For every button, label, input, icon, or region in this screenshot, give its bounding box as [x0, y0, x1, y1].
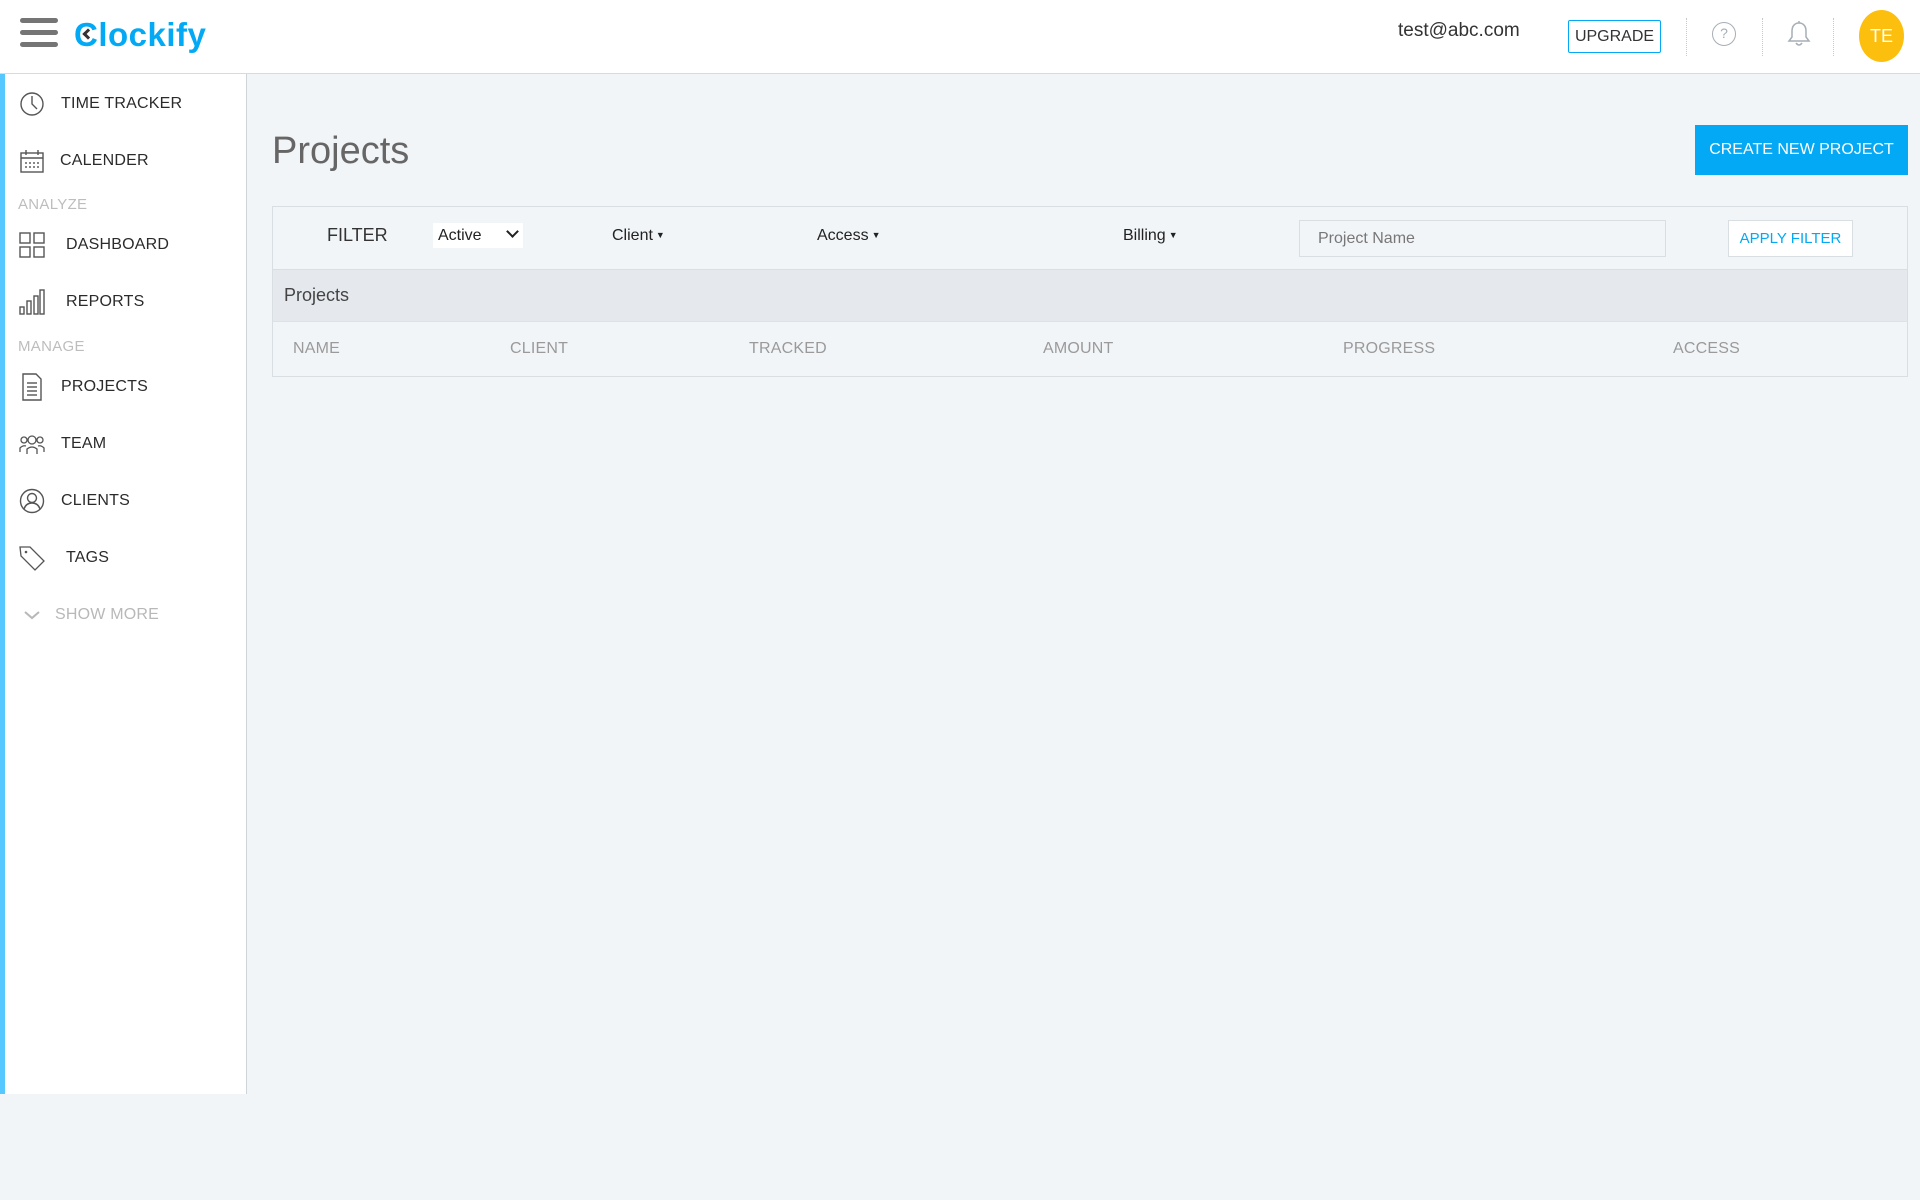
projects-table-header: NAME CLIENT TRACKED AMOUNT PROGRESS ACCE… — [272, 321, 1908, 377]
sidebar-item-dashboard[interactable]: DASHBOARD — [5, 225, 245, 265]
status-filter-select[interactable]: Active — [433, 223, 523, 248]
projects-section-header: Projects — [272, 270, 1908, 321]
sidebar-item-label: TAGS — [66, 549, 110, 566]
sidebar: TIME TRACKER CALENDER ANALYZE DASHBOARD … — [0, 74, 247, 1094]
clock-icon — [18, 90, 46, 118]
caret-down-icon: ▼ — [1168, 230, 1178, 240]
upgrade-button[interactable]: UPGRADE — [1568, 20, 1661, 53]
section-label-manage: MANAGE — [18, 338, 85, 355]
header-divider — [1833, 18, 1834, 56]
column-header-client[interactable]: CLIENT — [510, 340, 568, 358]
sidebar-item-label: CALENDER — [60, 152, 149, 169]
help-icon[interactable]: ? — [1712, 22, 1736, 46]
column-header-access[interactable]: ACCESS — [1673, 340, 1740, 358]
document-icon — [18, 373, 46, 401]
projects-section-title: Projects — [284, 285, 350, 305]
billing-filter-dropdown[interactable]: Billing ▼ — [1123, 227, 1178, 245]
sidebar-item-reports[interactable]: REPORTS — [5, 282, 245, 322]
column-header-tracked[interactable]: TRACKED — [749, 340, 827, 358]
billing-filter-label: Billing — [1123, 227, 1166, 244]
filter-bar: FILTER Active Client▼ Access▼ Billing▼ A… — [272, 206, 1908, 270]
hamburger-menu-icon[interactable] — [20, 18, 58, 50]
sidebar-item-label: TEAM — [61, 435, 107, 452]
sidebar-item-clients[interactable]: CLIENTS — [5, 481, 245, 521]
team-icon — [18, 430, 46, 458]
calendar-icon — [18, 147, 46, 175]
access-filter-dropdown[interactable]: Access ▼ — [817, 227, 881, 245]
top-header: Clockify test@abc.com UPGRADE ? TE — [0, 0, 1920, 74]
sidebar-item-tags[interactable]: TAGS — [5, 538, 245, 578]
sidebar-item-team[interactable]: TEAM — [5, 424, 245, 464]
create-new-project-button[interactable]: CREATE NEW PROJECT — [1695, 125, 1908, 175]
page-title: Projects — [272, 130, 410, 172]
column-header-name[interactable]: NAME — [293, 340, 340, 358]
sidebar-item-label: CLIENTS — [61, 492, 130, 509]
chevron-down-icon — [18, 601, 46, 629]
show-more-toggle[interactable]: SHOW MORE — [5, 595, 245, 635]
access-filter-label: Access — [817, 227, 869, 244]
chevron-down-icon — [506, 225, 519, 238]
avatar[interactable]: TE — [1859, 10, 1904, 62]
column-header-progress[interactable]: PROGRESS — [1343, 340, 1435, 358]
status-selected-value: Active — [438, 226, 482, 244]
dashboard-grid-icon — [18, 231, 46, 259]
sidebar-item-label: PROJECTS — [61, 378, 148, 395]
filter-label: FILTER — [327, 225, 388, 245]
sidebar-item-label: REPORTS — [66, 293, 145, 310]
header-divider — [1686, 18, 1687, 56]
sidebar-item-calender[interactable]: CALENDER — [5, 141, 245, 181]
client-filter-dropdown[interactable]: Client ▼ — [612, 227, 665, 245]
sidebar-item-label: DASHBOARD — [66, 236, 170, 253]
section-label-analyze: ANALYZE — [18, 196, 88, 213]
sidebar-item-label: TIME TRACKER — [61, 95, 183, 112]
tag-icon — [18, 544, 46, 572]
project-name-search-input[interactable] — [1299, 220, 1666, 257]
caret-down-icon: ▼ — [871, 230, 881, 240]
apply-filter-button[interactable]: APPLY FILTER — [1728, 220, 1853, 257]
sidebar-item-projects[interactable]: PROJECTS — [5, 367, 245, 407]
show-more-label: SHOW MORE — [55, 606, 160, 623]
clockify-logo[interactable]: Clockify — [74, 16, 206, 54]
bar-chart-icon — [18, 288, 46, 316]
logo-text: lockify — [98, 16, 207, 53]
column-header-amount[interactable]: AMOUNT — [1043, 340, 1114, 358]
sidebar-item-time-tracker[interactable]: TIME TRACKER — [5, 84, 245, 124]
bell-icon[interactable] — [1786, 20, 1812, 48]
client-filter-label: Client — [612, 227, 653, 244]
header-divider — [1762, 18, 1763, 56]
caret-down-icon: ▼ — [655, 230, 665, 240]
user-circle-icon — [18, 487, 46, 515]
user-email: test@abc.com — [1398, 20, 1520, 41]
